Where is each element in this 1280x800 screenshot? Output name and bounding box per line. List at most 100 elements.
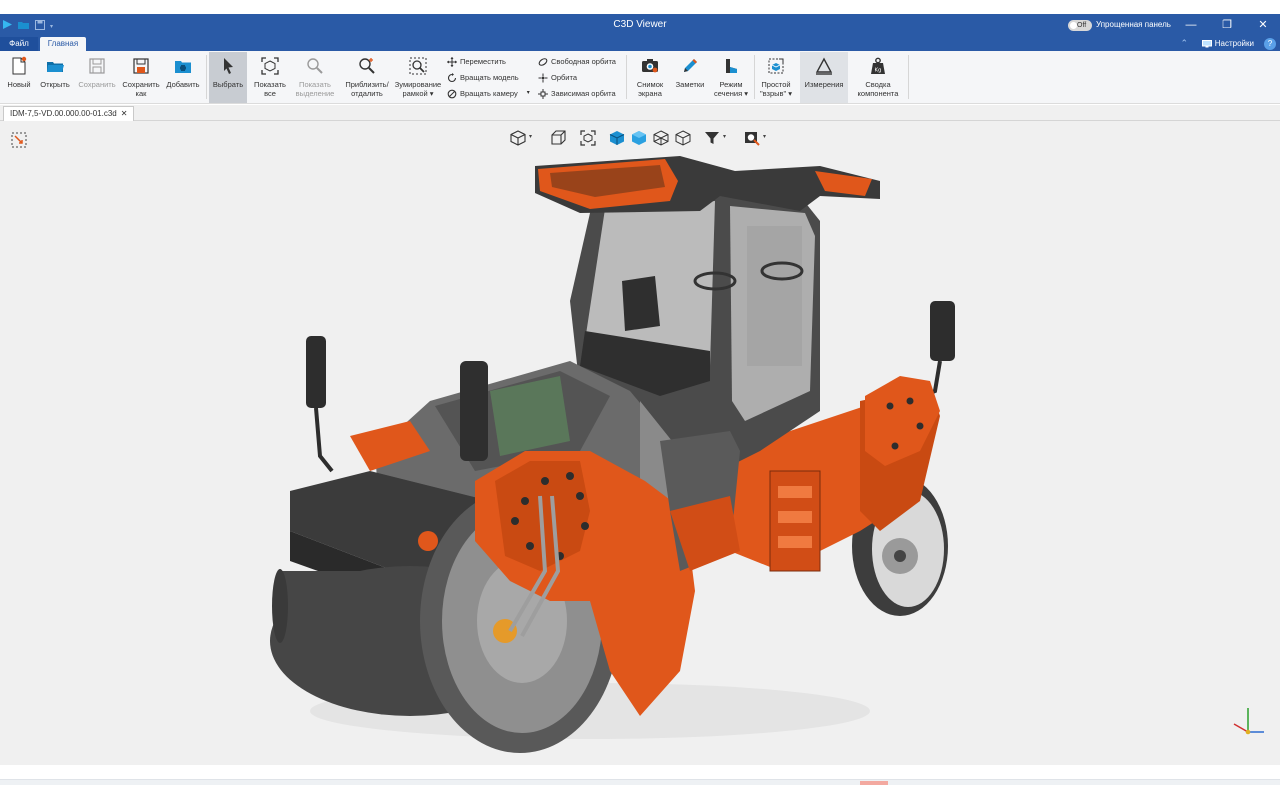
new-label: Новый — [7, 80, 31, 89]
select-button[interactable]: Выбрать — [209, 52, 247, 103]
status-bar — [0, 765, 1280, 800]
ribbon-separator — [754, 55, 755, 99]
component-summary-button[interactable]: Kg Сводка компонента — [852, 52, 904, 103]
new-file-icon — [12, 56, 27, 75]
tab-file[interactable]: Файл — [0, 37, 38, 51]
screenshot-label-1: Снимок — [636, 80, 664, 89]
view-cube-icon[interactable] — [510, 130, 526, 146]
svg-text:Kg: Kg — [874, 68, 881, 74]
ribbon-separator — [626, 55, 627, 99]
show-selection-label-1: Показать — [299, 80, 331, 89]
status-indicator — [860, 781, 888, 785]
status-strip — [0, 779, 1280, 785]
document-tab-label: IDM-7,5-VD.00.000.00-01.c3d — [10, 109, 117, 118]
collapse-ribbon-icon[interactable]: ⌃ — [1180, 38, 1188, 49]
measurements-button[interactable]: Измерения — [800, 52, 848, 103]
simple-explode-label-1: Простой — [761, 80, 791, 89]
free-orbit-button[interactable]: Свободная орбита — [538, 55, 616, 68]
close-tab-icon[interactable]: ✕ — [121, 107, 128, 121]
free-orbit-icon — [538, 57, 548, 66]
show-selection-label-2: выделение — [295, 89, 335, 98]
perspective-icon[interactable] — [550, 130, 566, 146]
folder-open-icon — [47, 62, 64, 72]
save-label: Сохранить — [78, 80, 116, 89]
hidden-lines-icon[interactable] — [653, 130, 669, 146]
select-label: Выбрать — [212, 80, 244, 89]
section-mode-dropdown-icon[interactable]: ▾ — [742, 89, 748, 98]
view-cube-dropdown-icon[interactable]: ▾ — [529, 133, 532, 140]
add-label: Добавить — [166, 80, 200, 89]
simple-explode-label-2: "взрыв" — [759, 89, 787, 98]
document-tabs: IDM-7,5-VD.00.000.00-01.c3d ✕ — [0, 105, 1280, 121]
simple-explode-dropdown-icon[interactable]: ▾ — [786, 89, 792, 98]
ribbon-separator — [908, 55, 909, 99]
orbit-icon — [538, 73, 548, 82]
help-button[interactable]: ? — [1264, 38, 1276, 50]
zoom-frame-label-1: Зумирование — [394, 80, 442, 89]
open-label: Открыть — [40, 80, 70, 89]
weight-kg-icon: Kg — [871, 57, 885, 74]
restore-button[interactable]: ❐ — [1217, 17, 1237, 33]
open-button[interactable]: Открыть — [36, 52, 74, 103]
zoom-frame-label-2: рамкой — [402, 89, 428, 98]
simple-explode-button[interactable]: Простой "взрыв" ▾ — [756, 52, 796, 103]
add-button[interactable]: Добавить — [164, 52, 202, 103]
c3d-viewer-window: ▾ C3D Viewer Off Упрощенная панель — ❐ ✕… — [0, 0, 1280, 800]
cursor-arrow-icon — [224, 58, 233, 74]
ribbon-separator — [206, 55, 207, 99]
new-button[interactable]: Новый — [4, 52, 34, 103]
road-roller-3d-model[interactable] — [260, 151, 980, 761]
tab-home[interactable]: Главная — [40, 37, 86, 51]
wireframe-icon[interactable] — [675, 130, 691, 146]
save-button[interactable]: Сохранить — [76, 52, 118, 103]
minimize-button[interactable]: — — [1181, 17, 1201, 33]
show-all-button[interactable]: Показать все — [250, 52, 290, 103]
orbit-button[interactable]: Орбита — [538, 71, 577, 84]
settings-label: Настройки — [1214, 39, 1254, 48]
zoom-frame-dropdown-icon[interactable]: ▾ — [428, 89, 434, 98]
rotate-camera-button[interactable]: Вращать камеру ▾ — [447, 87, 530, 100]
zoom-selection-icon — [307, 58, 323, 74]
section-mode-label-1: Режим — [719, 80, 743, 89]
rotate-model-icon — [447, 72, 457, 82]
explode-icon — [768, 58, 784, 74]
simplified-panel-toggle[interactable]: Off — [1068, 20, 1092, 31]
save-as-label-1: Сохранить — [122, 80, 160, 89]
free-orbit-label: Свободная орбита — [551, 57, 616, 66]
zoom-button[interactable]: Приблизить/ отдалить — [342, 52, 392, 103]
rotate-model-button[interactable]: Вращать модель — [447, 71, 519, 84]
rotate-camera-dropdown-icon[interactable]: ▾ — [527, 87, 530, 100]
shaded-edges-icon[interactable] — [609, 130, 625, 146]
filter-icon[interactable] — [704, 130, 720, 146]
settings-button[interactable]: Настройки — [1201, 39, 1254, 48]
document-tab[interactable]: IDM-7,5-VD.00.000.00-01.c3d ✕ — [3, 106, 135, 121]
menu-tabs-row: Файл Главная ⌃ Настройки ? — [0, 37, 1280, 51]
fit-view-icon[interactable] — [580, 130, 596, 146]
rotate-camera-icon — [447, 89, 457, 98]
dependent-orbit-button[interactable]: Зависимая орбита — [538, 87, 616, 100]
section-view-icon[interactable] — [744, 130, 760, 146]
screenshot-button[interactable]: Снимок экрана — [632, 52, 668, 103]
close-button[interactable]: ✕ — [1253, 17, 1273, 33]
zoom-frame-button[interactable]: Зумирование рамкой ▾ — [393, 52, 443, 103]
section-view-dropdown-icon[interactable]: ▾ — [763, 133, 766, 140]
move-label: Переместить — [460, 57, 506, 66]
filter-dropdown-icon[interactable]: ▾ — [723, 133, 726, 140]
orbit-label: Орбита — [551, 73, 578, 82]
select-frame-icon[interactable] — [11, 132, 27, 148]
ribbon-toolbar: Новый Открыть Сохранить Сохранить как До… — [0, 51, 1280, 104]
notes-button[interactable]: Заметки — [672, 52, 708, 103]
shaded-icon[interactable] — [631, 130, 647, 146]
section-mode-button[interactable]: Режим сечения ▾ — [710, 52, 752, 103]
title-bar: ▾ C3D Viewer Off Упрощенная панель — ❐ ✕ — [0, 14, 1280, 37]
move-arrows-icon — [447, 56, 457, 67]
save-as-button[interactable]: Сохранить как — [120, 52, 162, 103]
move-button[interactable]: Переместить — [447, 55, 506, 68]
show-all-icon — [261, 57, 279, 75]
3d-viewport[interactable]: ▾ ▾ ▾ — [0, 121, 1280, 765]
section-mode-label-2: сечения — [713, 89, 743, 98]
zoom-frame-icon — [409, 57, 427, 75]
measurements-label: Измерения — [804, 80, 844, 89]
show-selection-button[interactable]: Показать выделение — [292, 52, 338, 103]
zoom-label-1: Приблизить/ — [345, 80, 389, 89]
